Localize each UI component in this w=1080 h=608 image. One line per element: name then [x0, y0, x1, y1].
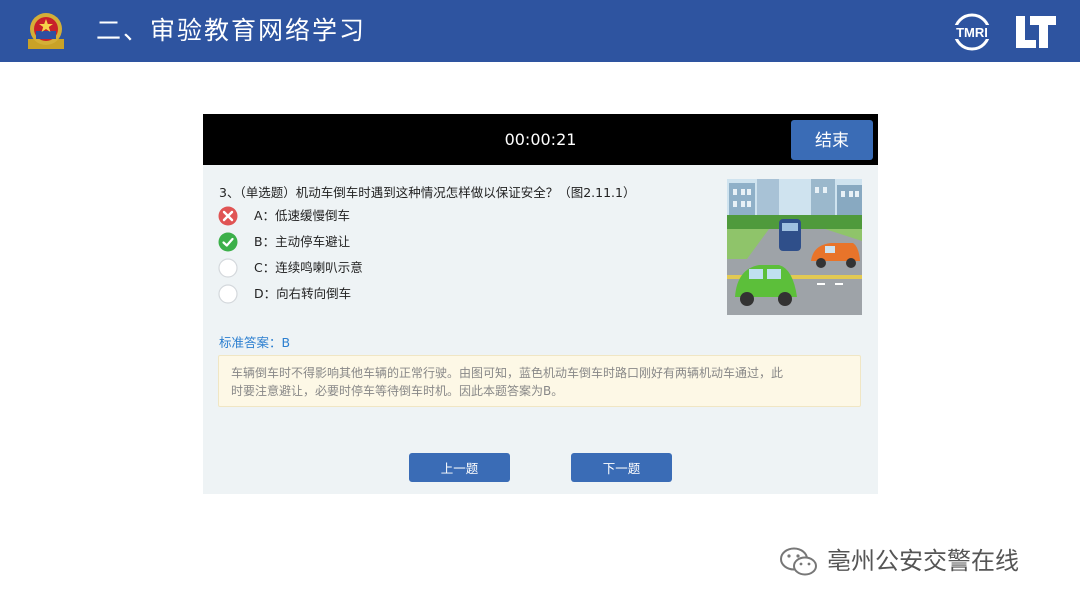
question-text: 3、（单选题）机动车倒车时遇到这种情况怎样做以保证安全？（图2.11.1） — [219, 185, 636, 200]
lt-logo — [1012, 12, 1058, 52]
prev-question-button[interactable]: 上一题 — [409, 453, 510, 482]
watermark-text: 亳州公安交警在线 — [827, 547, 1019, 575]
page-title: 二、审验教育网络学习 — [96, 16, 367, 45]
explanation-line: 时要注意避让，必要时停车等待倒车时机。因此本题答案为B。 — [231, 384, 564, 398]
option-a[interactable]: A：低速缓慢倒车 — [218, 205, 698, 227]
explanation-box: 车辆倒车时不得影响其他车辆的正常行驶。由图可知，蓝色机动车倒车时路口刚好有两辆机… — [218, 355, 861, 407]
wechat-icon — [779, 547, 819, 577]
explanation-line: 车辆倒车时不得影响其他车辆的正常行驶。由图可知，蓝色机动车倒车时路口刚好有两辆机… — [231, 366, 784, 380]
quiz-topbar: 00:00:21 结束 — [203, 114, 878, 165]
option-b[interactable]: B：主动停车避让 — [218, 231, 698, 253]
next-question-button[interactable]: 下一题 — [571, 453, 672, 482]
tmri-logo: TMRI — [948, 12, 996, 52]
empty-radio-icon — [218, 258, 238, 278]
timer: 00:00:21 — [504, 130, 577, 149]
option-label: B：主动停车避让 — [254, 234, 351, 249]
header-banner: 二、审验教育网络学习 TMRI — [0, 0, 1080, 62]
option-c[interactable]: C：连续鸣喇叭示意 — [218, 257, 698, 279]
wrong-mark-icon — [218, 206, 238, 226]
empty-radio-icon — [218, 284, 238, 304]
tmri-logo-text: TMRI — [956, 25, 988, 40]
standard-answer: 标准答案：B — [219, 335, 291, 350]
option-d[interactable]: D：向右转向倒车 — [218, 283, 698, 305]
end-button[interactable]: 结束 — [791, 120, 873, 160]
police-emblem-icon — [24, 9, 68, 53]
option-label: D：向右转向倒车 — [254, 286, 352, 301]
question-illustration — [727, 179, 862, 315]
option-label: C：连续鸣喇叭示意 — [254, 260, 363, 275]
check-mark-icon — [218, 232, 238, 252]
quiz-screen: 00:00:21 结束 3、（单选题）机动车倒车时遇到这种情况怎样做以保证安全？… — [203, 114, 878, 494]
option-label: A：低速缓慢倒车 — [254, 208, 351, 223]
